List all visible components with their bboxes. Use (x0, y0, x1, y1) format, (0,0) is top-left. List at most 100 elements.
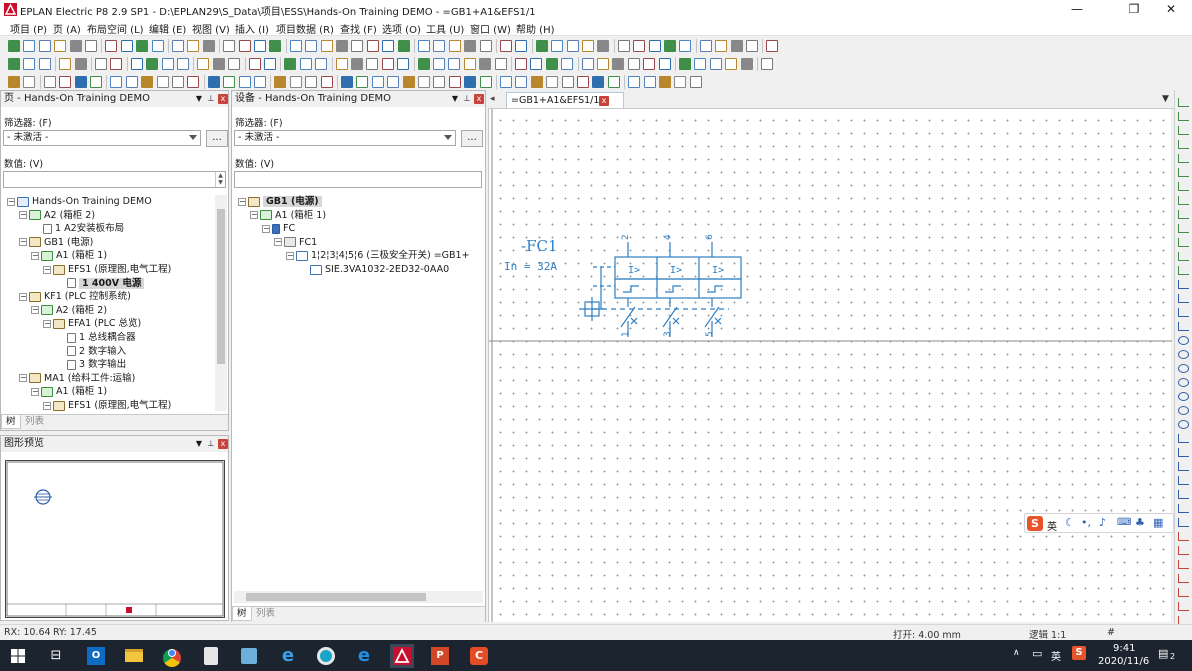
symbol-tool-icon[interactable] (1178, 98, 1189, 107)
powerpoint-icon[interactable]: P (428, 644, 452, 668)
symbol-tool-icon[interactable] (1178, 112, 1189, 121)
symbol-tool-icon[interactable] (1178, 126, 1189, 135)
collapse-icon[interactable]: − (43, 265, 51, 274)
toolbar-tool-icon[interactable] (581, 58, 594, 70)
toolbar-tool-icon[interactable] (110, 58, 123, 70)
document-tab[interactable]: =GB1+A1&EFS1/1 x (506, 92, 624, 108)
toolbar-tool-icon[interactable] (397, 58, 410, 70)
document-list-dropdown-icon[interactable]: ▼ (1162, 94, 1169, 104)
toolbar-tool-icon[interactable] (535, 40, 548, 52)
tab-tree[interactable]: 树 (1, 415, 21, 429)
toolbar-tool-icon[interactable] (110, 76, 123, 88)
toolbar-tool-icon[interactable] (85, 40, 97, 52)
collapse-icon[interactable]: − (19, 238, 27, 247)
toolbar-tool-icon[interactable] (264, 58, 276, 70)
toolbar-tool-icon[interactable] (177, 58, 189, 70)
toolbar-tool-icon[interactable] (305, 76, 318, 88)
network-icon[interactable]: ▭ (1032, 647, 1042, 660)
tree-node[interactable]: − FC1 (274, 236, 317, 249)
toolbar-tool-icon[interactable] (74, 76, 87, 88)
symbol-tool-icon[interactable] (1178, 266, 1189, 275)
toolbar-tool-icon[interactable] (228, 58, 241, 70)
symbol-tool-icon[interactable] (1178, 462, 1189, 471)
page-thumbnail[interactable] (5, 460, 225, 618)
toolbar-tool-icon[interactable] (336, 40, 348, 52)
toolbar-tool-icon[interactable] (730, 40, 743, 52)
toolbar-tool-icon[interactable] (582, 40, 594, 52)
toolbar-tool-icon[interactable] (627, 58, 640, 70)
toolbar-tool-icon[interactable] (648, 40, 661, 52)
menu-options[interactable]: 选项 (O) (382, 21, 421, 36)
toolbar-tool-icon[interactable] (612, 58, 625, 70)
eplan-taskbar-icon[interactable] (390, 644, 414, 668)
toolbar-tool-icon[interactable] (74, 58, 87, 70)
toolbar-tool-icon[interactable] (371, 76, 384, 88)
toolbar-tool-icon[interactable] (679, 40, 692, 52)
menu-tools[interactable]: 工具 (U) (426, 21, 464, 36)
toolbar-tool-icon[interactable] (494, 58, 507, 70)
symbol-tool-icon[interactable] (1178, 448, 1189, 457)
tree-node[interactable]: SIE.3VA1032-2ED32-0AA0 (298, 263, 449, 276)
symbol-tool-icon[interactable] (1178, 490, 1189, 499)
toolbar-tool-icon[interactable] (597, 58, 609, 70)
toolbar-tool-icon[interactable] (515, 76, 528, 88)
toolbar-tool-icon[interactable] (207, 76, 220, 88)
toolbar-tool-icon[interactable] (23, 76, 36, 88)
toolbar-tool-icon[interactable] (658, 58, 671, 70)
toolbar-tool-icon[interactable] (545, 58, 558, 70)
recorder-app-icon[interactable]: C (467, 644, 491, 668)
toolbar-tool-icon[interactable] (172, 76, 184, 88)
tree-node[interactable]: − A1 (箱柜 1) (31, 249, 107, 262)
toolbar-tool-icon[interactable] (202, 40, 215, 52)
toolbar-tool-icon[interactable] (43, 76, 56, 88)
collapse-icon[interactable]: − (286, 251, 294, 260)
schematic-canvas[interactable]: I> I> I> -FC1 In = 32A 2 4 6 1 3 5 (488, 109, 1172, 622)
symbol-tool-icon[interactable] (1178, 364, 1189, 373)
device-tag-label[interactable]: -FC1 (521, 237, 558, 255)
keyboard-icon[interactable]: ⌨ (1117, 517, 1131, 528)
tree-node[interactable]: − MA1 (给料工件:运输) (19, 372, 135, 385)
tree-node[interactable]: 1 总线耦合器 (55, 331, 136, 344)
toolbar-tool-icon[interactable] (136, 40, 149, 52)
toolbar-tool-icon[interactable] (305, 40, 318, 52)
symbol-tool-icon[interactable] (1178, 420, 1189, 429)
toolbar-tool-icon[interactable] (254, 40, 266, 52)
toolbar-tool-icon[interactable] (289, 40, 302, 52)
tab-list[interactable]: 列表 (21, 415, 48, 429)
toolbar-tool-icon[interactable] (351, 40, 364, 52)
toolbar-tool-icon[interactable] (120, 40, 133, 52)
collapse-icon[interactable]: − (31, 251, 39, 260)
toolbar-tool-icon[interactable] (592, 76, 605, 88)
toolbar-tool-icon[interactable] (105, 40, 118, 52)
toolbar-tool-icon[interactable] (125, 76, 138, 88)
toolbar-tool-icon[interactable] (530, 58, 543, 70)
toolbar-tool-icon[interactable] (223, 40, 236, 52)
toolbar-tool-icon[interactable] (500, 40, 512, 52)
toolbar-tool-icon[interactable] (643, 76, 656, 88)
collapse-icon[interactable]: − (274, 238, 282, 247)
symbol-tool-icon[interactable] (1178, 252, 1189, 261)
tray-chevron-icon[interactable]: ∧ (1013, 648, 1020, 658)
skin-icon[interactable]: ♣ (1135, 516, 1145, 529)
toolbar-tool-icon[interactable] (746, 40, 758, 52)
toolbar-tool-icon[interactable] (402, 76, 415, 88)
tree-node[interactable]: 2 数字输入 (55, 345, 126, 358)
collapse-icon[interactable]: − (43, 401, 51, 410)
tree-node[interactable]: − A1 (箱柜 1) (31, 385, 107, 398)
collapse-icon[interactable]: − (19, 292, 27, 301)
symbol-tool-icon[interactable] (1178, 224, 1189, 233)
symbol-tool-icon[interactable] (1178, 378, 1189, 387)
ime-mode-label[interactable]: 英 (1047, 518, 1057, 533)
toolbar-tool-icon[interactable] (366, 58, 379, 70)
toolbar-tool-icon[interactable] (464, 76, 477, 88)
pages-tree-scrollbar[interactable] (215, 195, 227, 411)
collapse-icon[interactable]: − (250, 211, 258, 220)
toolbar-tool-icon[interactable] (417, 58, 430, 70)
toolbar-tool-icon[interactable] (320, 76, 333, 88)
collapse-icon[interactable]: − (19, 211, 27, 220)
device-filter-more-button[interactable]: ... (461, 130, 483, 147)
tree-node[interactable]: 3 数字输出 (55, 358, 126, 371)
toolbar-tool-icon[interactable] (161, 58, 174, 70)
toolbar-tool-icon[interactable] (130, 58, 143, 70)
pin-icon[interactable]: ⊥ (206, 94, 216, 104)
